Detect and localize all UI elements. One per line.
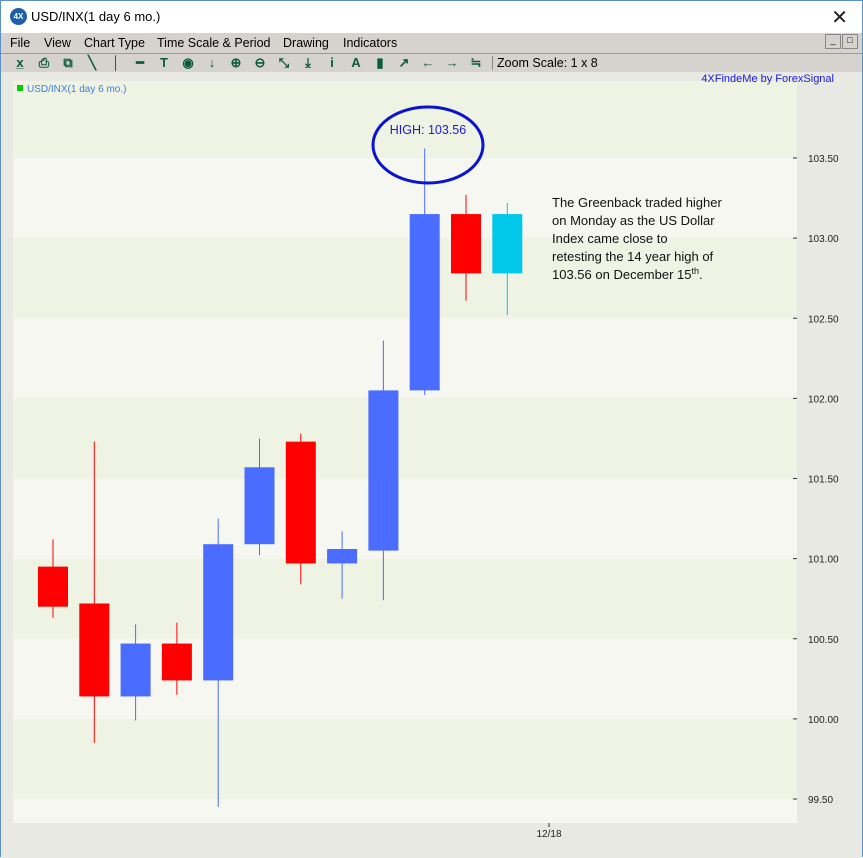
- zoom-out-icon[interactable]: ⊖: [250, 54, 270, 72]
- annotation-line: The Greenback traded higher: [552, 195, 722, 210]
- horizontal-line-icon[interactable]: ━: [130, 54, 150, 72]
- brand-label: 4XFindeMe by ForexSignal: [701, 73, 834, 85]
- close-button[interactable]: ✕: [831, 5, 848, 30]
- y-tick-label: 103.50: [808, 154, 839, 165]
- copy-icon[interactable]: ⧉: [58, 54, 78, 72]
- candle-body: [161, 643, 192, 681]
- fit-icon[interactable]: ⤡: [274, 54, 294, 72]
- window-title: USD/INX(1 day 6 mo.): [31, 9, 161, 24]
- zoom-scale-label: Zoom Scale: 1 x 8: [492, 56, 598, 70]
- candlestick-chart[interactable]: 99.50 100.00 100.50 101.00 101.50 102.00 102.5…: [1, 72, 862, 858]
- info-icon[interactable]: i: [322, 54, 342, 72]
- annotation-superscript: th: [691, 266, 699, 276]
- annotation-end: .: [699, 267, 703, 282]
- annotation-line: on Monday as the US Dollar: [552, 213, 715, 228]
- candle-body: [203, 544, 234, 681]
- baseline-icon[interactable]: ⤓: [298, 54, 318, 72]
- toolbar: Zoom Scale: 1 x 8 x̲ ⎙ ⧉ ╲ │ ━ T ◉ ↓ ⊕ ⊖ ⤡ ⤓ i A ▮ ↗ ← → ≒: [1, 53, 862, 73]
- diagonal-line-icon[interactable]: ╲: [82, 54, 102, 72]
- menu-time-scale[interactable]: Time Scale & Period: [157, 36, 270, 50]
- arrow-left-icon[interactable]: ←: [418, 54, 438, 72]
- candle-body: [451, 214, 481, 274]
- menu-bar: File View Chart Type Time Scale & Period…: [1, 33, 862, 53]
- zoom-in-icon[interactable]: ⊕: [226, 54, 246, 72]
- candlestick-icon[interactable]: ▮: [370, 54, 390, 72]
- text-icon[interactable]: T: [154, 54, 174, 72]
- arrow-down-icon[interactable]: ↓: [202, 54, 222, 72]
- candle-body: [79, 603, 110, 697]
- annotation-text: 103.56 on December 15: [552, 267, 691, 282]
- candle-body: [285, 441, 316, 564]
- annotation-text: on Monday as the US Dollar: [552, 213, 715, 228]
- line-chart-icon[interactable]: ↗: [394, 54, 414, 72]
- menu-chart-type[interactable]: Chart Type: [84, 36, 145, 50]
- candle-body: [368, 390, 399, 551]
- y-tick-label: 102.00: [808, 394, 839, 405]
- arrow-right-icon[interactable]: →: [442, 54, 462, 72]
- candle-body: [492, 214, 523, 274]
- y-tick-label: 100.00: [808, 715, 839, 726]
- annotation-text: The Greenback traded higher: [552, 195, 722, 210]
- y-tick-label: 99.50: [808, 795, 833, 806]
- annotation-line: retesting the 14 year high of: [552, 249, 714, 264]
- annotation-line: 103.56 on December 15th.: [552, 266, 703, 282]
- circle-icon[interactable]: ◉: [178, 54, 198, 72]
- grid-band: [13, 81, 797, 158]
- annotation-line: Index came close to: [552, 231, 668, 246]
- title-bar: 4X USD/INX(1 day 6 mo.) ✕: [1, 1, 862, 33]
- legend-label: USD/INX(1 day 6 mo.): [27, 84, 126, 95]
- candle-body: [244, 467, 275, 545]
- candle-body: [38, 566, 68, 607]
- minimize-button[interactable]: _: [825, 34, 841, 49]
- x-tick-label: 12/18: [536, 829, 561, 840]
- maximize-button[interactable]: □: [842, 34, 858, 49]
- menu-indicators[interactable]: Indicators: [343, 36, 397, 50]
- candle-body: [327, 549, 358, 564]
- font-icon[interactable]: A: [346, 54, 366, 72]
- grid-band: [13, 718, 797, 799]
- y-tick-label: 102.50: [808, 314, 839, 325]
- menu-drawing[interactable]: Drawing: [283, 36, 329, 50]
- menu-file[interactable]: File: [10, 36, 30, 50]
- annotation-text: Index came close to: [552, 231, 668, 246]
- vertical-line-icon[interactable]: │: [106, 54, 126, 72]
- strikethrough-icon[interactable]: ≒: [466, 54, 486, 72]
- bar-chart-icon[interactable]: x̲: [10, 54, 30, 72]
- grid-band: [13, 398, 797, 479]
- candle-body: [120, 643, 151, 697]
- chart-area[interactable]: 99.50 100.00 100.50 101.00 101.50 102.00 102.5…: [1, 72, 862, 858]
- candle-body: [409, 214, 440, 391]
- y-tick-label: 100.50: [808, 635, 839, 646]
- legend-marker: [17, 85, 23, 91]
- app-logo-icon: 4X: [10, 8, 27, 25]
- high-label: HIGH: 103.56: [390, 123, 466, 137]
- annotation-text: retesting the 14 year high of: [552, 249, 714, 264]
- y-tick-label: 101.00: [808, 555, 839, 566]
- grid-band: [13, 558, 797, 639]
- menu-view[interactable]: View: [44, 36, 71, 50]
- y-tick-label: 101.50: [808, 475, 839, 486]
- print-icon[interactable]: ⎙: [34, 54, 54, 72]
- y-tick-label: 103.00: [808, 234, 839, 245]
